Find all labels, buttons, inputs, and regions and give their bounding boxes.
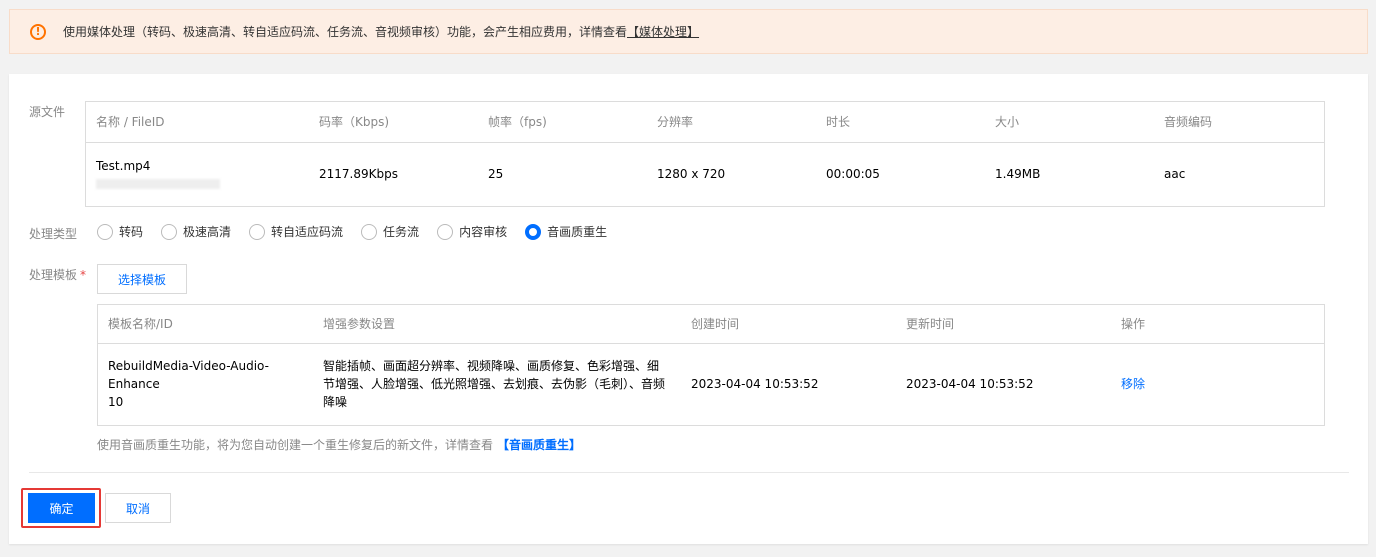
template-params: 智能插帧、画面超分辨率、视频降噪、画质修复、色彩增强、细节增强、人脸增强、低光照… bbox=[323, 359, 666, 410]
process-type-radio-group: 转码 极速高清 转自适应码流 任务流 内容审核 音画质重生 bbox=[97, 223, 625, 240]
file-name: Test.mp4 bbox=[96, 159, 151, 174]
radio-adaptive-streaming[interactable]: 转自适应码流 bbox=[249, 223, 343, 240]
col-fps: 帧率（fps) bbox=[478, 102, 647, 143]
file-audio-codec: aac bbox=[1164, 167, 1186, 182]
col-resolution: 分辨率 bbox=[647, 102, 816, 143]
radio-task-flow[interactable]: 任务流 bbox=[361, 223, 419, 240]
col-params: 增强参数设置 bbox=[313, 305, 681, 344]
table-row: RebuildMedia-Video-Audio-Enhance 10 智能插帧… bbox=[98, 343, 1324, 425]
footer-divider bbox=[29, 472, 1349, 473]
remove-template-link[interactable]: 移除 bbox=[1121, 377, 1145, 391]
process-type-label: 处理类型 bbox=[29, 227, 78, 241]
file-fps: 25 bbox=[488, 167, 504, 182]
table-header-row: 模板名称/ID 增强参数设置 创建时间 更新时间 操作 bbox=[98, 305, 1324, 344]
col-name-fileid: 名称 / FileID bbox=[86, 102, 309, 143]
col-duration: 时长 bbox=[816, 102, 985, 143]
template-hint: 使用音画质重生功能，将为您自动创建一个重生修复后的新文件，详情查看 【音画质重生】 bbox=[97, 438, 582, 452]
template-table: 模板名称/ID 增强参数设置 创建时间 更新时间 操作 RebuildMedia… bbox=[97, 304, 1325, 426]
radio-media-rebuild[interactable]: 音画质重生 bbox=[525, 223, 607, 240]
warning-icon: ! bbox=[30, 23, 46, 40]
radio-content-review[interactable]: 内容审核 bbox=[437, 223, 507, 240]
radio-circle-icon bbox=[361, 223, 378, 240]
radio-checked-icon bbox=[525, 223, 542, 240]
media-processing-link[interactable]: 【媒体处理】 bbox=[627, 23, 699, 40]
radio-circle-icon bbox=[249, 223, 266, 240]
col-bitrate: 码率（Kbps) bbox=[309, 102, 478, 143]
file-size: 1.49MB bbox=[995, 167, 1041, 182]
col-actions: 操作 bbox=[1111, 305, 1324, 344]
radio-circle-icon bbox=[437, 223, 454, 240]
source-file-table: 名称 / FileID 码率（Kbps) 帧率（fps) 分辨率 时长 大小 音… bbox=[85, 101, 1325, 207]
radio-transcode[interactable]: 转码 bbox=[97, 223, 143, 240]
radio-top-speed-codec[interactable]: 极速高清 bbox=[161, 223, 231, 240]
confirm-button[interactable]: 确定 bbox=[28, 493, 95, 523]
col-size: 大小 bbox=[985, 102, 1154, 143]
required-mark: * bbox=[80, 268, 87, 282]
file-resolution: 1280 x 720 bbox=[657, 167, 726, 182]
file-bitrate: 2117.89Kbps bbox=[319, 167, 398, 182]
file-duration: 00:00:05 bbox=[826, 167, 880, 182]
notice-text: 使用媒体处理（转码、极速高清、转自适应码流、任务流、音视频审核）功能，会产生相应… bbox=[63, 25, 628, 39]
col-audio-codec: 音频编码 bbox=[1154, 102, 1324, 143]
template-created: 2023-04-04 10:53:52 bbox=[691, 377, 819, 392]
form-panel: 源文件 名称 / FileID 码率（Kbps) 帧率（fps) 分辨率 时长 … bbox=[9, 74, 1368, 544]
media-rebuild-doc-link[interactable]: 【音画质重生】 bbox=[497, 438, 581, 452]
col-template-name: 模板名称/ID bbox=[98, 305, 313, 344]
template-id: 10 bbox=[108, 395, 124, 410]
file-id-redacted bbox=[96, 179, 220, 190]
radio-circle-icon bbox=[97, 223, 113, 240]
table-row: Test.mp4 2117.89Kbps 25 1280 x 720 00:00… bbox=[86, 142, 1324, 206]
template-name: RebuildMedia-Video-Audio-Enhance bbox=[108, 359, 269, 392]
col-updated: 更新时间 bbox=[896, 305, 1111, 344]
template-label: 处理模板 * bbox=[29, 268, 87, 282]
radio-circle-icon bbox=[161, 223, 178, 240]
col-created: 创建时间 bbox=[681, 305, 896, 344]
fee-notice-banner: ! 使用媒体处理（转码、极速高清、转自适应码流、任务流、音视频审核）功能，会产生… bbox=[9, 9, 1368, 54]
table-header-row: 名称 / FileID 码率（Kbps) 帧率（fps) 分辨率 时长 大小 音… bbox=[86, 102, 1324, 143]
cancel-button[interactable]: 取消 bbox=[105, 493, 171, 523]
source-file-label: 源文件 bbox=[29, 105, 66, 119]
template-updated: 2023-04-04 10:53:52 bbox=[906, 377, 1034, 392]
select-template-button[interactable]: 选择模板 bbox=[97, 264, 187, 294]
